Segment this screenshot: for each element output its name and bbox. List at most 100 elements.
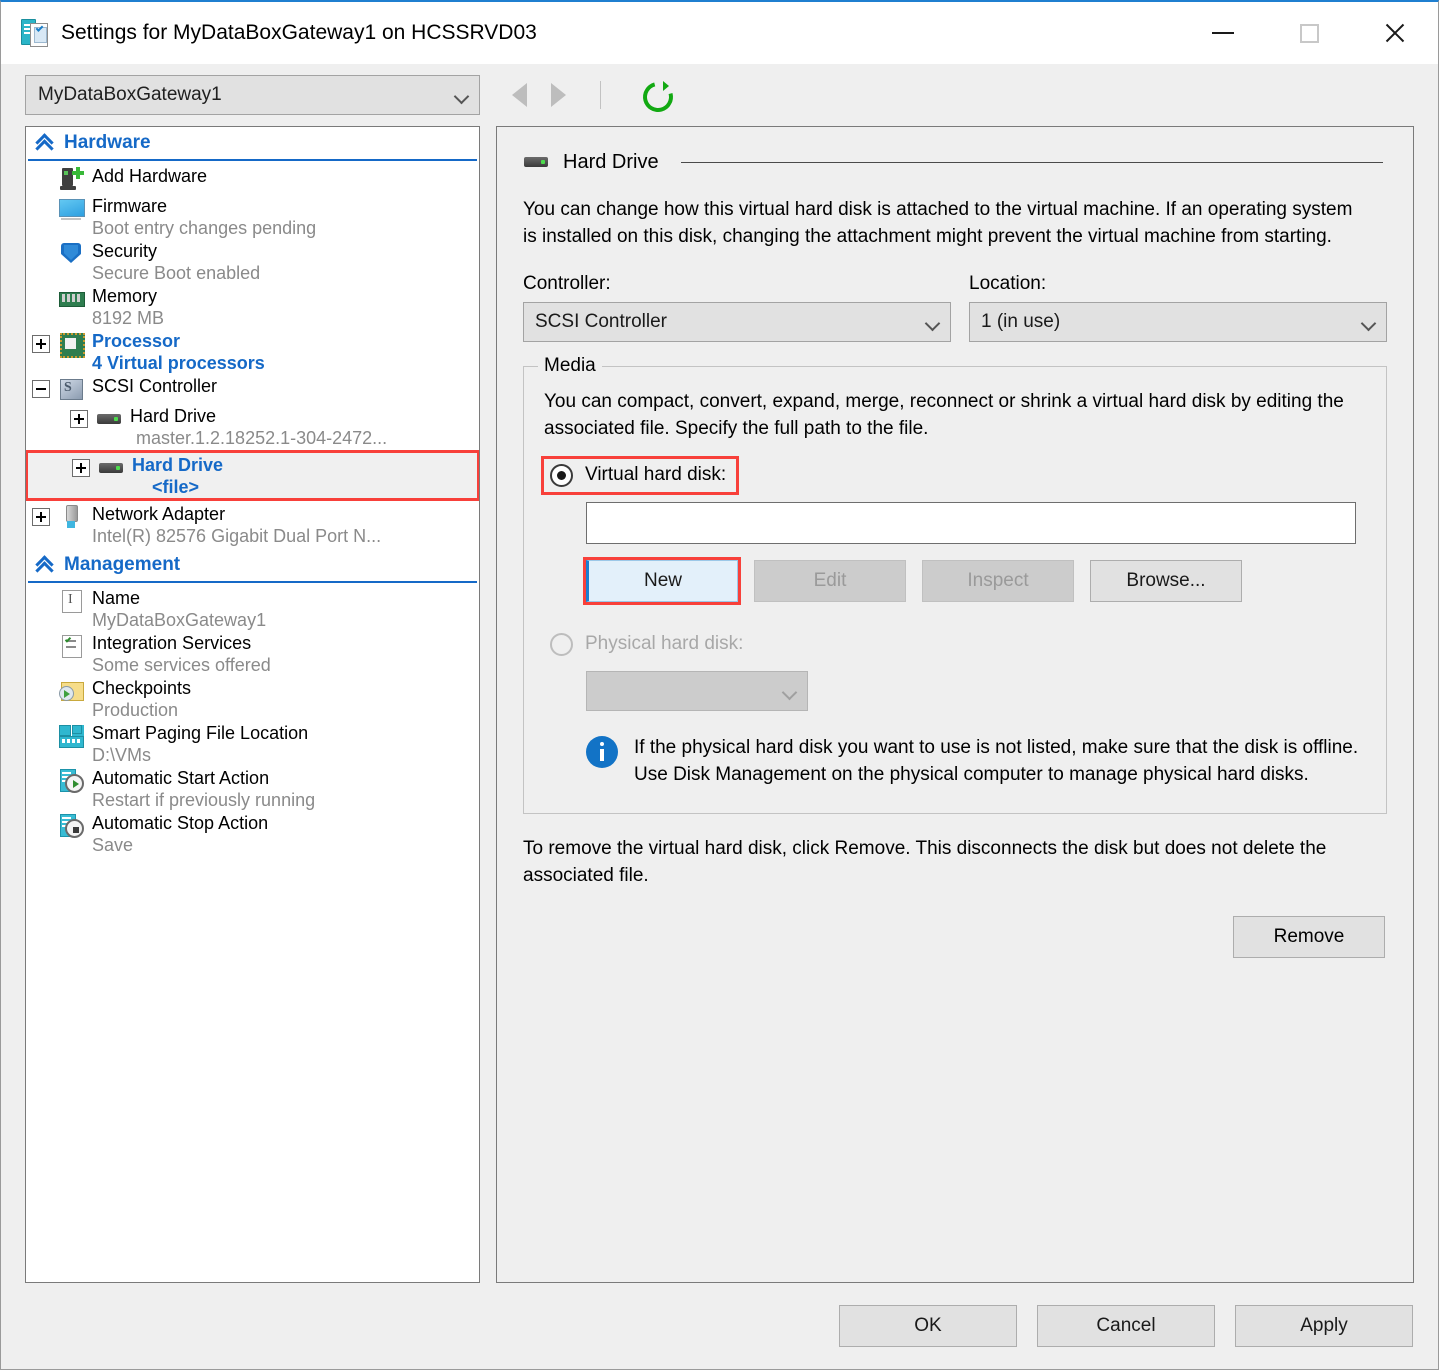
panel-header: Hard Drive [523, 149, 1387, 175]
refresh-icon[interactable] [643, 81, 669, 108]
chevron-down-icon [455, 91, 469, 99]
chevron-down-icon [1362, 318, 1376, 326]
controller-value: SCSI Controller [535, 310, 667, 332]
maximize-button[interactable] [1266, 2, 1352, 64]
hard-drive-icon [523, 149, 549, 175]
section-title: Management [64, 554, 181, 575]
title-bar: Settings for MyDataBoxGateway1 on HCSSRV… [1, 2, 1438, 64]
ok-button[interactable]: OK [839, 1305, 1017, 1347]
panel-title: Hard Drive [563, 150, 659, 173]
apply-button[interactable]: Apply [1235, 1305, 1413, 1347]
cancel-button[interactable]: Cancel [1037, 1305, 1215, 1347]
virtual-hard-disk-radio[interactable] [550, 463, 573, 487]
minimize-button[interactable] [1180, 2, 1266, 64]
chevron-down-icon [783, 687, 797, 695]
physical-hard-disk-radio-row[interactable]: Physical hard disk: [544, 628, 753, 661]
chevron-up-icon [34, 133, 54, 153]
physical-hard-disk-label: Physical hard disk: [585, 633, 744, 655]
tree-item-automatic-stop-action[interactable]: Automatic Stop Action Save [26, 811, 479, 856]
tree-item-label: Hard Drive [132, 455, 224, 475]
tree-item-hard-drive-1[interactable]: Hard Drive master.1.2.18252.1-304-2472..… [26, 404, 479, 449]
tree-item-checkpoints[interactable]: Checkpoints Production [26, 676, 479, 721]
automatic-stop-icon [58, 813, 84, 839]
section-header-hardware[interactable]: Hardware [28, 127, 477, 161]
section-title: Hardware [64, 132, 151, 153]
tree-item-smart-paging-file-location[interactable]: Smart Paging File Location D:\VMs [26, 721, 479, 766]
virtual-hard-disk-label: Virtual hard disk: [585, 464, 727, 486]
tree-item-label: Integration Services [92, 633, 252, 653]
tree-item-label: Add Hardware [92, 166, 208, 186]
tree-item-firmware[interactable]: Firmware Boot entry changes pending [26, 194, 479, 239]
memory-icon [58, 286, 85, 312]
close-button[interactable] [1352, 2, 1438, 64]
tree-item-sublabel: Some services offered [92, 655, 271, 675]
tree-item-integration-services[interactable]: Integration Services Some services offer… [26, 631, 479, 676]
arrow-left-icon[interactable] [512, 83, 527, 107]
remove-description: To remove the virtual hard disk, click R… [523, 837, 1327, 886]
checkpoints-icon [58, 678, 84, 704]
new-button[interactable]: New [586, 559, 738, 602]
tree-item-add-hardware[interactable]: Add Hardware [26, 164, 479, 194]
controller-dropdown[interactable]: SCSI Controller [523, 301, 951, 342]
scsi-controller-icon: S [58, 376, 84, 402]
tree-item-network-adapter[interactable]: Network Adapter Intel(R) 82576 Gigabit D… [26, 502, 479, 547]
section-header-management[interactable]: Management [28, 549, 477, 583]
tree-item-sublabel: D:\VMs [92, 745, 152, 765]
physical-hard-disk-radio[interactable] [550, 632, 573, 656]
remove-button[interactable]: Remove [1233, 915, 1385, 958]
physical-disk-info: If the physical hard disk you want to us… [586, 735, 1366, 789]
collapse-toggle-icon[interactable] [32, 380, 50, 398]
tree-item-security[interactable]: Security Secure Boot enabled [26, 239, 479, 284]
tree-item-processor[interactable]: Processor 4 Virtual processors [26, 329, 479, 374]
tree-item-name[interactable]: Name MyDataBoxGateway1 [26, 586, 479, 631]
info-icon [586, 735, 618, 768]
tree-item-sublabel: Boot entry changes pending [92, 218, 317, 238]
arrow-right-icon[interactable] [551, 83, 566, 107]
vm-selector-value: MyDataBoxGateway1 [38, 84, 222, 105]
physical-hard-disk-dropdown [586, 670, 808, 711]
tree-item-memory[interactable]: Memory 8192 MB [26, 284, 479, 329]
toolbar-separator [600, 81, 601, 109]
tree-item-label: Hard Drive [130, 406, 217, 426]
minimize-icon [1212, 32, 1234, 34]
browse-button[interactable]: Browse... [1090, 559, 1242, 602]
expand-toggle-icon[interactable] [72, 459, 90, 477]
expand-toggle-icon[interactable] [32, 508, 50, 526]
automatic-start-icon [58, 768, 84, 794]
chevron-up-icon [34, 555, 54, 575]
smart-paging-icon [58, 723, 84, 749]
tree-item-label: Automatic Start Action [92, 768, 270, 788]
virtual-disk-path-input[interactable] [586, 501, 1356, 544]
tree-item-sublabel: Save [92, 835, 134, 855]
content-area: Hardware Add Hardware Firmware Boot entr… [1, 126, 1438, 1283]
expand-toggle-icon[interactable] [70, 410, 88, 428]
location-dropdown[interactable]: 1 (in use) [969, 301, 1387, 342]
virtual-hard-disk-radio-row[interactable]: Virtual hard disk: [540, 455, 740, 495]
tree-item-sublabel: 4 Virtual processors [92, 353, 265, 373]
firmware-icon [58, 196, 85, 222]
new-button-highlight: New [583, 556, 741, 605]
tree-item-automatic-start-action[interactable]: Automatic Start Action Restart if previo… [26, 766, 479, 811]
tree-item-sublabel: 8192 MB [92, 308, 165, 328]
tree-item-sublabel: <file> [152, 477, 200, 497]
chevron-down-icon [926, 318, 940, 326]
close-icon [1383, 21, 1407, 45]
edit-button: Edit [754, 559, 906, 602]
tree-item-label: Network Adapter [92, 504, 226, 524]
add-hardware-icon [58, 166, 84, 192]
media-description: You can compact, convert, expand, merge,… [544, 390, 1344, 439]
dialog-footer: OK Cancel Apply [1, 1283, 1438, 1369]
expand-toggle-icon[interactable] [32, 335, 50, 353]
tree-item-sublabel: master.1.2.18252.1-304-2472... [136, 428, 388, 448]
tree-item-label: Automatic Stop Action [92, 813, 269, 833]
tree-item-label: Firmware [92, 196, 167, 216]
tree-item-sublabel: Production [92, 700, 179, 720]
vm-selector-dropdown[interactable]: MyDataBoxGateway1 [25, 75, 480, 115]
info-text: If the physical hard disk you want to us… [634, 736, 1359, 785]
tree-item-sublabel: Secure Boot enabled [92, 263, 261, 283]
media-groupbox: Media You can compact, convert, expand, … [523, 354, 1387, 814]
controller-label: Controller: [523, 272, 611, 294]
tree-item-scsi-controller[interactable]: S SCSI Controller [26, 374, 479, 404]
tree-item-hard-drive-2-selected[interactable]: Hard Drive <file> [26, 450, 479, 501]
header-divider [680, 161, 1383, 163]
